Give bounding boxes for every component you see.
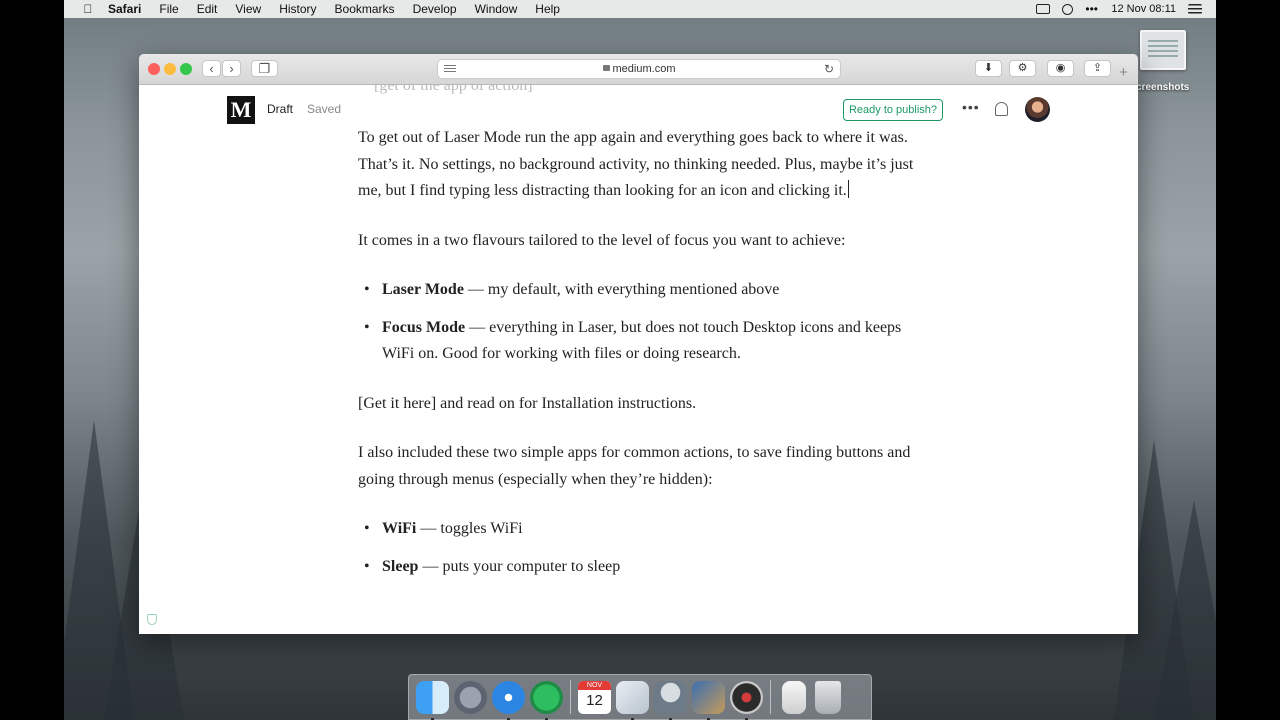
list-item-text: — toggles WiFi xyxy=(416,520,523,537)
menu-edit[interactable]: Edit xyxy=(197,2,218,16)
list-item-title: Focus Mode xyxy=(382,318,466,336)
chevron-left-icon: ‹ xyxy=(209,61,214,76)
apps-list: WiFi — toggles WiFi Sleep — puts your co… xyxy=(358,516,926,580)
zoom-button[interactable] xyxy=(180,63,192,75)
paragraph[interactable]: To get out of Laser Mode run the app aga… xyxy=(358,125,926,205)
menu-file[interactable]: File xyxy=(159,2,178,16)
medium-logo[interactable]: M xyxy=(227,96,255,124)
menu-bar:  Safari File Edit View History Bookmark… xyxy=(64,0,1216,18)
list-item-title: Laser Mode xyxy=(382,281,464,298)
url-text: medium.com xyxy=(612,63,676,75)
mail-icon[interactable] xyxy=(616,680,649,720)
lock-icon xyxy=(602,65,610,71)
desktop-file-label: creenshots xyxy=(1136,82,1190,93)
medium-editor-page: [get of the app of action] M Draft Saved… xyxy=(139,85,1138,634)
menu-develop[interactable]: Develop xyxy=(413,2,457,16)
document-icon[interactable] xyxy=(782,680,806,714)
paragraph[interactable]: It comes in a two flavours tailored to t… xyxy=(358,228,926,255)
evernote-icon[interactable] xyxy=(530,680,563,720)
reader-icon[interactable] xyxy=(444,65,456,73)
finder-icon[interactable] xyxy=(416,680,449,720)
chevron-right-icon: › xyxy=(229,61,234,76)
mode-list: Laser Mode — my default, with everything… xyxy=(358,277,926,368)
forward-button[interactable]: › xyxy=(222,60,241,77)
shield-icon xyxy=(147,614,157,625)
notification-list-icon[interactable] xyxy=(1188,4,1202,14)
calendar-day: 12 xyxy=(586,691,603,709)
password-icon: ◉ xyxy=(1055,62,1066,74)
faded-line: [get of the app of action] xyxy=(374,85,533,94)
safari-window: ‹ › ❐ medium.com ↻ ⬇ ⚙ ◉ ⇪ + [get of the… xyxy=(139,54,1138,634)
extension-button[interactable]: ⚙ xyxy=(1009,60,1036,77)
minimize-button[interactable] xyxy=(164,63,176,75)
calendar-icon[interactable]: NOV 12 xyxy=(578,680,611,714)
tabs-button[interactable]: ❐ xyxy=(251,60,278,77)
calendar-month: NOV xyxy=(578,680,611,690)
download-button[interactable]: ⬇ xyxy=(975,60,1002,77)
list-item-title: Sleep xyxy=(382,557,419,575)
tabs-icon: ❐ xyxy=(258,61,271,76)
more-dots-icon[interactable]: ••• xyxy=(1085,3,1099,15)
desktop-file-icon[interactable] xyxy=(1140,30,1186,70)
notification-bell-icon[interactable] xyxy=(995,102,1008,116)
clock[interactable]: 12 Nov 08:11 xyxy=(1111,3,1176,15)
photo-booth-icon[interactable] xyxy=(730,680,763,720)
list-item[interactable]: Laser Mode — my default, with everything… xyxy=(358,277,926,304)
screen-record-icon[interactable] xyxy=(1036,4,1051,14)
saved-status: Saved xyxy=(307,102,342,116)
draft-label: Draft xyxy=(267,102,294,116)
back-button[interactable]: ‹ xyxy=(202,60,221,77)
menu-window[interactable]: Window xyxy=(475,2,518,16)
trash-icon[interactable] xyxy=(815,680,841,714)
launchpad-icon[interactable] xyxy=(454,680,487,714)
safari-icon[interactable] xyxy=(492,680,525,720)
paragraph[interactable]: [Get it here] and read on for Installati… xyxy=(358,391,926,418)
new-tab-button[interactable]: + xyxy=(1119,64,1128,81)
more-options-icon[interactable]: ••• xyxy=(962,99,980,115)
password-button[interactable]: ◉ xyxy=(1047,60,1074,77)
automator-icon[interactable] xyxy=(654,680,687,720)
reload-icon[interactable]: ↻ xyxy=(824,60,834,78)
apple-menu-icon[interactable]:  xyxy=(80,2,96,16)
text-cursor xyxy=(847,180,849,198)
paragraph-text: To get out of Laser Mode run the app aga… xyxy=(358,129,914,199)
avatar[interactable] xyxy=(1025,97,1050,122)
download-icon: ⬇ xyxy=(983,62,994,74)
share-button[interactable]: ⇪ xyxy=(1084,60,1111,77)
share-icon: ⇪ xyxy=(1092,62,1103,74)
preview-icon[interactable] xyxy=(692,680,725,720)
list-item[interactable]: WiFi — toggles WiFi xyxy=(358,516,926,543)
dock-separator xyxy=(570,680,571,714)
article-body[interactable]: To get out of Laser Mode run the app aga… xyxy=(358,129,926,603)
menu-bar-status: ••• 12 Nov 08:11 xyxy=(1036,0,1202,18)
list-item-text: — my default, with everything mentioned … xyxy=(463,281,780,298)
list-item-title: WiFi xyxy=(382,520,417,537)
list-item[interactable]: Focus Mode — everything in Laser, but do… xyxy=(358,315,926,368)
paragraph[interactable]: I also included these two simple apps fo… xyxy=(358,440,926,493)
address-bar[interactable]: medium.com ↻ xyxy=(437,59,841,79)
menu-history[interactable]: History xyxy=(279,2,316,16)
menu-bookmarks[interactable]: Bookmarks xyxy=(335,2,395,16)
tree-silhouette xyxy=(1154,500,1216,720)
menu-view[interactable]: View xyxy=(235,2,261,16)
ready-to-publish-button[interactable]: Ready to publish? xyxy=(843,99,943,121)
menu-app-name[interactable]: Safari xyxy=(108,2,141,16)
night-shift-icon[interactable] xyxy=(1062,3,1074,15)
dock-separator xyxy=(770,680,771,714)
close-button[interactable] xyxy=(148,63,160,75)
dock: NOV 12 xyxy=(408,674,872,720)
desktop:  Safari File Edit View History Bookmark… xyxy=(64,0,1216,720)
toolbar: ‹ › ❐ medium.com ↻ ⬇ ⚙ ◉ ⇪ + xyxy=(139,54,1138,85)
extension-icon: ⚙ xyxy=(1017,62,1028,74)
menu-help[interactable]: Help xyxy=(535,2,560,16)
list-item-text: — puts your computer to sleep xyxy=(418,557,621,575)
list-item[interactable]: Sleep — puts your computer to sleep xyxy=(358,554,926,581)
